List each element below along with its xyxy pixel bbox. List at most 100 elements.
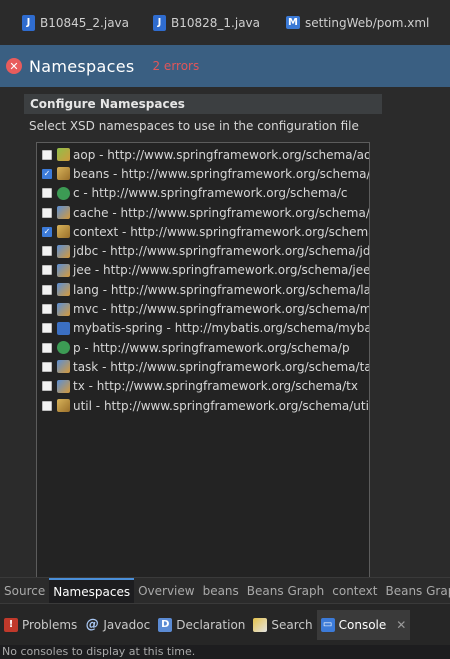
editor-tab-pom[interactable]: M settingWeb/pom.xml: [286, 0, 429, 45]
namespace-blue-icon: [57, 244, 70, 258]
namespace-label: task - http://www.springframework.org/sc…: [73, 359, 370, 374]
namespace-label: cache - http://www.springframework.org/s…: [73, 205, 370, 220]
namespace-label: mybatis-spring - http://mybatis.org/sche…: [73, 321, 370, 336]
page-tab-overview[interactable]: Overview: [134, 578, 199, 604]
editor-tab-label: B10845_2.java: [40, 15, 129, 30]
view-tab-search[interactable]: Search: [249, 610, 316, 640]
namespace-item[interactable]: c - http://www.springframework.org/schem…: [37, 184, 369, 203]
javadoc-icon: @: [85, 617, 99, 632]
view-tab-label: Search: [271, 617, 313, 632]
namespace-item[interactable]: jee - http://www.springframework.org/sch…: [37, 261, 370, 280]
namespace-spring-icon: [57, 225, 70, 239]
namespace-item[interactable]: task - http://www.springframework.org/sc…: [37, 357, 370, 376]
editor-tab-bar: J B10845_2.java J B10828_1.java M settin…: [0, 0, 450, 45]
editor-tab-b10828[interactable]: J B10828_1.java: [153, 0, 260, 45]
view-tab-label: Problems: [22, 617, 78, 632]
page-tab-beans[interactable]: beans: [199, 578, 243, 604]
namespace-item[interactable]: tx - http://www.springframework.org/sche…: [37, 377, 369, 396]
namespace-checkbox[interactable]: [42, 246, 52, 257]
section-title[interactable]: Configure Namespaces: [24, 94, 382, 114]
form-title: Namespaces: [29, 56, 135, 76]
view-tab-console[interactable]: ▭ Console ✕: [316, 609, 411, 640]
namespace-blue-icon: [57, 302, 70, 316]
problems-icon: !: [4, 617, 18, 632]
editor-tab-b10845[interactable]: J B10845_2.java: [22, 0, 129, 45]
namespace-item[interactable]: lang - http://www.springframework.org/sc…: [37, 280, 370, 299]
page-tab-namespaces[interactable]: Namespaces: [49, 577, 135, 604]
namespace-item[interactable]: mvc - http://www.springframework.org/sch…: [37, 299, 370, 318]
namespace-blue-icon: [57, 206, 70, 220]
namespace-checkbox[interactable]: [42, 342, 52, 353]
view-tab-problems[interactable]: ! Problems: [0, 610, 81, 640]
page-tab-source[interactable]: Source: [0, 578, 49, 604]
namespace-label: jdbc - http://www.springframework.org/sc…: [73, 244, 370, 259]
java-file-icon: J: [153, 14, 166, 31]
namespace-label: jee - http://www.springframework.org/sch…: [73, 263, 370, 278]
java-file-icon: J: [22, 14, 35, 31]
namespace-item[interactable]: jdbc - http://www.springframework.org/sc…: [37, 241, 370, 260]
namespace-label: beans - http://www.springframework.org/s…: [73, 166, 369, 181]
view-tab-label: Javadoc: [103, 617, 151, 632]
namespace-checkbox[interactable]: [42, 188, 52, 199]
namespace-green-icon: [57, 186, 70, 200]
console-message: No consoles to display at this time.: [0, 645, 450, 659]
namespace-checkbox[interactable]: [42, 323, 52, 334]
namespace-checkbox[interactable]: [42, 361, 52, 372]
namespace-item[interactable]: aop - http://www.springframework.org/sch…: [37, 145, 370, 164]
namespace-checkbox[interactable]: [42, 265, 52, 276]
namespace-checkbox[interactable]: [42, 381, 52, 392]
namespace-list[interactable]: aop - http://www.springframework.org/sch…: [36, 142, 370, 652]
namespace-blue-icon: [57, 379, 70, 393]
namespace-mb-icon: [57, 321, 70, 335]
namespace-item[interactable]: ✓ beans - http://www.springframework.org/…: [37, 164, 369, 183]
namespace-label: c - http://www.springframework.org/schem…: [73, 186, 348, 201]
console-icon: ▭: [320, 617, 335, 632]
error-count-link[interactable]: 2 errors: [152, 59, 199, 73]
views-tab-bar: ! Problems @ Javadoc D Declaration Searc…: [0, 603, 450, 645]
maven-pom-icon: M: [286, 16, 300, 29]
section-description: Select XSD namespaces to use in the conf…: [29, 119, 359, 133]
editor-tab-label: B10828_1.java: [171, 15, 260, 30]
page-tab-context[interactable]: context: [328, 578, 381, 604]
namespace-item[interactable]: ✓ context - http://www.springframework.or…: [37, 222, 369, 241]
namespace-item[interactable]: mybatis-spring - http://mybatis.org/sche…: [37, 319, 370, 338]
namespace-checkbox[interactable]: [42, 284, 52, 295]
namespaces-page: Configure Namespaces Select XSD namespac…: [0, 87, 450, 652]
view-tab-declaration[interactable]: D Declaration: [154, 610, 249, 640]
view-tab-label: Declaration: [176, 617, 246, 632]
namespace-label: context - http://www.springframework.org…: [73, 224, 369, 239]
namespace-checkbox[interactable]: [42, 149, 52, 160]
view-tab-label: Console: [338, 617, 387, 632]
namespace-leaf-icon: [57, 148, 70, 162]
editor-tab-label: settingWeb/pom.xml: [305, 15, 430, 30]
namespace-label: lang - http://www.springframework.org/sc…: [73, 282, 370, 297]
namespace-spring-icon: [57, 399, 70, 412]
namespace-label: tx - http://www.springframework.org/sche…: [73, 379, 358, 394]
namespace-blue-icon: [57, 283, 70, 297]
namespace-checkbox[interactable]: [42, 207, 52, 218]
namespace-checkbox[interactable]: ✓: [42, 226, 52, 237]
namespace-label: util - http://www.springframework.org/sc…: [73, 398, 370, 413]
namespace-label: aop - http://www.springframework.org/sch…: [73, 147, 370, 162]
page-tab-beans-graph[interactable]: Beans Graph: [243, 578, 328, 604]
form-header: ✕ Namespaces 2 errors: [0, 45, 450, 87]
namespace-item[interactable]: cache - http://www.springframework.org/s…: [37, 203, 370, 222]
namespace-blue-icon: [57, 360, 70, 374]
namespace-blue-icon: [57, 263, 70, 277]
namespace-label: p - http://www.springframework.org/schem…: [73, 340, 350, 355]
close-icon[interactable]: ✕: [396, 618, 406, 632]
editor-page-tabs: Source Namespaces Overview beans Beans Graph…: [0, 577, 450, 604]
namespace-checkbox[interactable]: ✓: [42, 168, 52, 179]
namespace-item[interactable]: util - http://www.springframework.org/sc…: [37, 396, 370, 415]
namespace-checkbox[interactable]: [42, 304, 52, 315]
error-icon[interactable]: ✕: [6, 58, 22, 74]
namespace-label: mvc - http://www.springframework.org/sch…: [73, 302, 370, 317]
namespace-green-icon: [57, 341, 70, 355]
declaration-icon: D: [158, 617, 173, 632]
view-tab-javadoc[interactable]: @ Javadoc: [81, 610, 154, 640]
namespace-item[interactable]: p - http://www.springframework.org/schem…: [37, 338, 369, 357]
search-icon: [253, 617, 268, 632]
namespace-spring-icon: [57, 167, 70, 181]
namespace-checkbox[interactable]: [42, 400, 52, 411]
page-tab-beans-graph[interactable]: Beans Graph: [381, 578, 450, 604]
